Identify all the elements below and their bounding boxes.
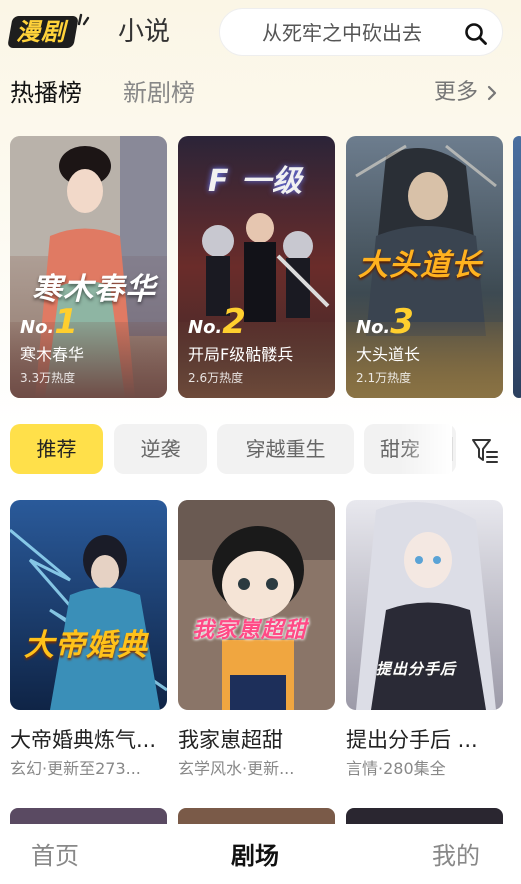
search-icon[interactable] — [464, 22, 488, 46]
rank-prefix: No. — [188, 317, 223, 338]
drama-card-partial[interactable] — [10, 808, 167, 824]
rank-digit: 2 — [222, 302, 246, 342]
poster-title-art: 大头道长 — [358, 248, 482, 283]
drama-meta: 玄学风水·更新... — [178, 759, 295, 778]
rank-card[interactable]: 寒木春华 No.1 寒木春华 3.3万热度 — [10, 136, 167, 398]
rank-digit: 1 — [54, 302, 78, 342]
drama-title: 我家崽超甜 — [178, 728, 283, 752]
poster-image — [178, 500, 335, 710]
chip-fade — [400, 424, 452, 474]
tab-hot-ranking[interactable]: 热播榜 — [10, 76, 82, 110]
poster-title-art: 我家崽超甜 — [192, 618, 308, 643]
drama-meta: 玄幻·更新至273... — [10, 759, 141, 778]
chip-time-travel[interactable]: 穿越重生 — [217, 424, 354, 474]
rank-number: No.3 — [356, 302, 414, 348]
drama-meta: 言情·280集全 — [346, 759, 446, 778]
rank-digit: 3 — [390, 302, 414, 342]
rank-prefix: No. — [20, 317, 55, 338]
rank-tabs: 热播榜 新剧榜 更多 — [0, 70, 521, 118]
drama-title: 提出分手后 ... — [346, 728, 478, 752]
poster-title-art: 提出分手后 — [376, 660, 457, 678]
chip-comeback[interactable]: 逆袭 — [114, 424, 207, 474]
app-header: 漫剧 小说 从死牢之中砍出去 — [0, 0, 521, 66]
logo-text: 漫剧 — [16, 18, 66, 46]
heat-count: 3.3万热度 — [20, 371, 76, 385]
more-link[interactable]: 更多 — [434, 76, 478, 110]
bottom-nav: 首页 剧场 我的 — [0, 824, 521, 884]
drama-card-partial[interactable] — [178, 808, 335, 824]
poster-image — [10, 500, 167, 710]
rank-card[interactable]: F 一级 No.2 开局F级骷髅兵 2.6万热度 — [178, 136, 335, 398]
nav-home[interactable]: 首页 — [31, 838, 79, 874]
nav-theater[interactable]: 剧场 — [231, 838, 279, 874]
tab-new-ranking[interactable]: 新剧榜 — [123, 76, 195, 110]
drama-title: 大头道长 — [356, 345, 421, 364]
drama-title: 大帝婚典炼气... — [10, 728, 157, 752]
tab-novel[interactable]: 小说 — [118, 14, 170, 50]
divider — [452, 437, 453, 461]
spark-icon — [77, 13, 90, 26]
heat-count: 2.1万热度 — [356, 371, 412, 385]
rank-card[interactable]: 大头道长 No.3 大头道长 2.1万热度 — [346, 136, 503, 398]
poster-title-art: 大帝婚典 — [24, 628, 148, 663]
poster-title-art: F 一级 — [208, 164, 303, 199]
drama-title: 开局F级骷髅兵 — [188, 345, 294, 364]
rank-number: No.1 — [20, 302, 78, 348]
drama-title: 寒木春华 — [20, 345, 85, 364]
rank-prefix: No. — [356, 317, 391, 338]
nav-mine[interactable]: 我的 — [432, 838, 480, 874]
rank-number: No.2 — [188, 302, 246, 348]
app-logo[interactable]: 漫剧 — [7, 12, 90, 50]
drama-card-partial[interactable] — [346, 808, 503, 824]
filter-icon[interactable] — [470, 436, 500, 464]
heat-count: 2.6万热度 — [188, 371, 244, 385]
chevron-right-icon[interactable] — [485, 85, 499, 101]
search-bar[interactable]: 从死牢之中砍出去 — [219, 8, 503, 56]
category-chips: 推荐 逆袭 穿越重生 甜宠 — [0, 424, 521, 476]
search-input[interactable]: 从死牢之中砍出去 — [262, 9, 422, 57]
chip-recommended[interactable]: 推荐 — [10, 424, 103, 474]
rank-card-peek[interactable] — [513, 136, 521, 398]
